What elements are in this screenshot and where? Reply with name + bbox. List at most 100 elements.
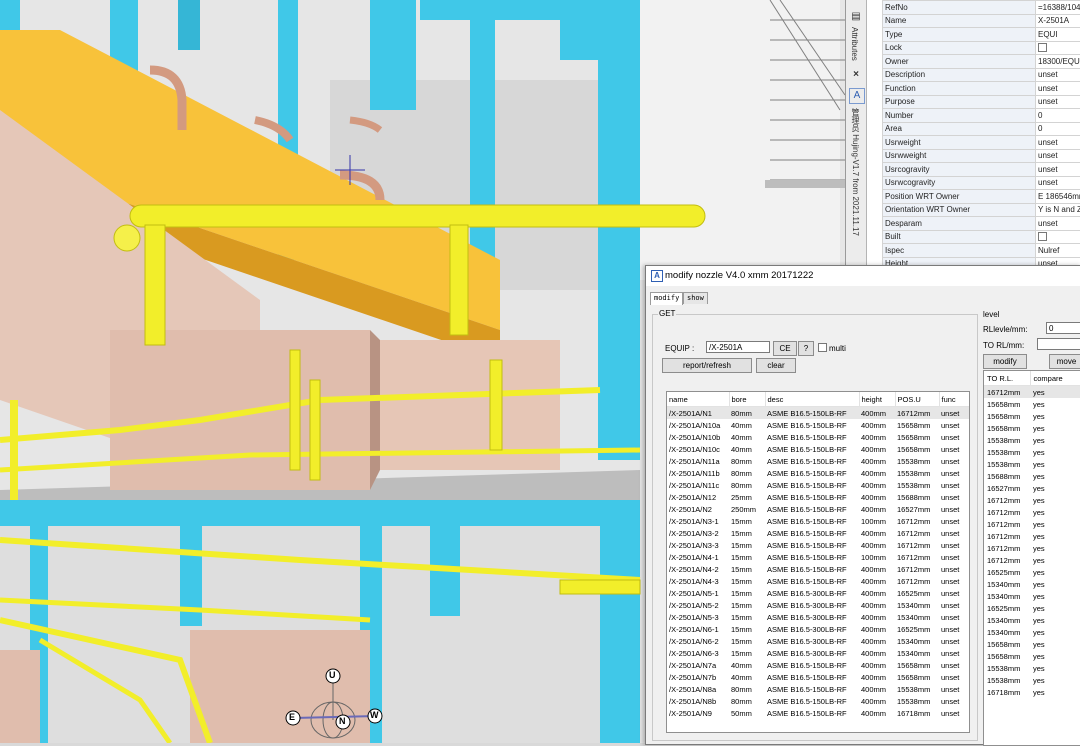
compass-east-label[interactable]: E bbox=[289, 712, 295, 722]
column-header-height[interactable]: height bbox=[859, 392, 895, 407]
modify-button[interactable]: modify bbox=[983, 354, 1027, 369]
list-item[interactable]: 16712mmyes bbox=[984, 530, 1080, 542]
attribute-row[interactable]: RefNo=16388/1044 bbox=[883, 1, 1080, 15]
table-row[interactable]: /X-2501A/N11b80mmASME B16.5-150LB-RF400m… bbox=[667, 467, 969, 479]
table-row[interactable]: /X-2501A/N2250mmASME B16.5-150LB-RF400mm… bbox=[667, 503, 969, 515]
list-item[interactable]: 15340mmyes bbox=[984, 626, 1080, 638]
list-item[interactable]: 15658mmyes bbox=[984, 422, 1080, 434]
attribute-value[interactable]: unset bbox=[1036, 82, 1080, 96]
list-item[interactable]: 15538mmyes bbox=[984, 674, 1080, 686]
attribute-value[interactable]: unset bbox=[1036, 95, 1080, 109]
attribute-value[interactable]: unset bbox=[1036, 176, 1080, 190]
help-button[interactable]: ? bbox=[798, 341, 814, 356]
ce-button[interactable]: CE bbox=[773, 341, 797, 356]
list-item[interactable]: 16525mmyes bbox=[984, 566, 1080, 578]
table-row[interactable]: /X-2501A/N6-315mmASME B16.5-300LB-RF400m… bbox=[667, 647, 969, 659]
list-item[interactable]: 15658mmyes bbox=[984, 650, 1080, 662]
column-header-desc[interactable]: desc bbox=[765, 392, 859, 407]
table-row[interactable]: /X-2501A/N5-315mmASME B16.5-300LB-RF400m… bbox=[667, 611, 969, 623]
attribute-row[interactable]: Position WRT OwnerE 186546mm bbox=[883, 190, 1080, 204]
attribute-row[interactable]: NameX-2501A bbox=[883, 14, 1080, 28]
attribute-row[interactable]: IspecNulref bbox=[883, 244, 1080, 258]
attributes-side-tab[interactable]: Attributes bbox=[850, 27, 859, 61]
list-item[interactable]: 15340mmyes bbox=[984, 578, 1080, 590]
level-list[interactable]: TO R.L.compare 16712mmyes15658mmyes15658… bbox=[983, 370, 1080, 746]
attribute-row[interactable]: Desparamunset bbox=[883, 217, 1080, 231]
attributes-panel-icon[interactable]: ▤ bbox=[849, 10, 863, 24]
table-row[interactable]: /X-2501A/N180mmASME B16.5-150LB-RF400mm1… bbox=[667, 407, 969, 420]
list-item[interactable]: 15658mmyes bbox=[984, 638, 1080, 650]
attribute-value[interactable]: 0 bbox=[1036, 109, 1080, 123]
table-row[interactable]: /X-2501A/N3-215mmASME B16.5-150LB-RF400m… bbox=[667, 527, 969, 539]
to-rl-input[interactable] bbox=[1037, 338, 1080, 350]
attribute-value[interactable]: EQUI bbox=[1036, 28, 1080, 42]
list-item[interactable]: 15340mmyes bbox=[984, 614, 1080, 626]
report-refresh-button[interactable]: report/refresh bbox=[662, 358, 752, 373]
attribute-row[interactable]: Purposeunset bbox=[883, 95, 1080, 109]
table-row[interactable]: /X-2501A/N10a40mmASME B16.5-150LB-RF400m… bbox=[667, 419, 969, 431]
attribute-row[interactable]: Number0 bbox=[883, 109, 1080, 123]
list-item[interactable]: 15538mmyes bbox=[984, 662, 1080, 674]
level-column-header[interactable]: compare bbox=[1030, 371, 1080, 386]
list-item[interactable]: 16718mmyes bbox=[984, 686, 1080, 698]
table-row[interactable]: /X-2501A/N6-215mmASME B16.5-300LB-RF400m… bbox=[667, 635, 969, 647]
close-icon[interactable]: × bbox=[849, 68, 863, 82]
table-row[interactable]: /X-2501A/N8a80mmASME B16.5-150LB-RF400mm… bbox=[667, 683, 969, 695]
column-header-name[interactable]: name bbox=[667, 392, 729, 407]
attribute-value[interactable]: E 186546mm bbox=[1036, 190, 1080, 204]
list-item[interactable]: 16712mmyes bbox=[984, 494, 1080, 506]
compass-up-label[interactable]: U bbox=[329, 670, 336, 680]
table-row[interactable]: /X-2501A/N11c80mmASME B16.5-150LB-RF400m… bbox=[667, 479, 969, 491]
attribute-row[interactable]: Built bbox=[883, 230, 1080, 244]
table-row[interactable]: /X-2501A/N7a40mmASME B16.5-150LB-RF400mm… bbox=[667, 659, 969, 671]
table-row[interactable]: /X-2501A/N10b40mmASME B16.5-150LB-RF400m… bbox=[667, 431, 969, 443]
rl-level-input[interactable]: 0 bbox=[1046, 322, 1080, 334]
table-row[interactable]: /X-2501A/N4-215mmASME B16.5-150LB-RF400m… bbox=[667, 563, 969, 575]
attribute-checkbox[interactable] bbox=[1036, 41, 1080, 55]
attribute-row[interactable]: TypeEQUI bbox=[883, 28, 1080, 42]
table-row[interactable]: /X-2501A/N8b80mmASME B16.5-150LB-RF400mm… bbox=[667, 695, 969, 707]
list-item[interactable]: 15688mmyes bbox=[984, 470, 1080, 482]
attribute-checkbox[interactable] bbox=[1036, 230, 1080, 244]
list-item[interactable]: 15538mmyes bbox=[984, 458, 1080, 470]
attribute-row[interactable]: Functionunset bbox=[883, 82, 1080, 96]
attribute-value[interactable]: unset bbox=[1036, 217, 1080, 231]
nozzle-list[interactable]: nameboredescheightPOS.Ufunc /X-2501A/N18… bbox=[666, 391, 970, 733]
checkbox-icon[interactable] bbox=[1038, 232, 1047, 241]
attribute-row[interactable]: Lock bbox=[883, 41, 1080, 55]
equip-input[interactable]: /X-2501A bbox=[706, 341, 770, 353]
table-row[interactable]: /X-2501A/N950mmASME B16.5-150LB-RF400mm1… bbox=[667, 707, 969, 719]
multi-checkbox[interactable] bbox=[818, 343, 827, 352]
table-row[interactable]: /X-2501A/N5-115mmASME B16.5-300LB-RF400m… bbox=[667, 587, 969, 599]
attribute-row[interactable]: Usrweightunset bbox=[883, 136, 1080, 150]
attribute-value[interactable]: unset bbox=[1036, 136, 1080, 150]
table-row[interactable]: /X-2501A/N4-315mmASME B16.5-150LB-RF400m… bbox=[667, 575, 969, 587]
table-row[interactable]: /X-2501A/N1225mmASME B16.5-150LB-RF400mm… bbox=[667, 491, 969, 503]
column-header-bore[interactable]: bore bbox=[729, 392, 765, 407]
table-row[interactable]: /X-2501A/N10c40mmASME B16.5-150LB-RF400m… bbox=[667, 443, 969, 455]
column-header-pos-u[interactable]: POS.U bbox=[895, 392, 939, 407]
attribute-value[interactable]: =16388/1044 bbox=[1036, 1, 1080, 15]
level-column-header[interactable]: TO R.L. bbox=[984, 371, 1030, 386]
tab-show[interactable]: show bbox=[683, 292, 708, 304]
list-item[interactable]: 16712mmyes bbox=[984, 506, 1080, 518]
compass-north-label[interactable]: N bbox=[339, 716, 346, 726]
table-row[interactable]: /X-2501A/N5-215mmASME B16.5-300LB-RF400m… bbox=[667, 599, 969, 611]
list-item[interactable]: 16525mmyes bbox=[984, 602, 1080, 614]
list-item[interactable]: 16712mmyes bbox=[984, 386, 1080, 399]
attribute-value[interactable]: unset bbox=[1036, 68, 1080, 82]
attribute-row[interactable]: Area0 bbox=[883, 122, 1080, 136]
list-item[interactable]: 16712mmyes bbox=[984, 518, 1080, 530]
list-item[interactable]: 15538mmyes bbox=[984, 446, 1080, 458]
attribute-value[interactable]: Y is N and Z bbox=[1036, 203, 1080, 217]
attribute-value[interactable]: X-2501A bbox=[1036, 14, 1080, 28]
attribute-row[interactable]: Owner18300/EQUIP bbox=[883, 55, 1080, 69]
tab-modify[interactable]: modify bbox=[650, 292, 683, 305]
list-item[interactable]: 15538mmyes bbox=[984, 434, 1080, 446]
attribute-row[interactable]: Usrwcogravityunset bbox=[883, 176, 1080, 190]
table-row[interactable]: /X-2501A/N6-115mmASME B16.5-300LB-RF400m… bbox=[667, 623, 969, 635]
table-row[interactable]: /X-2501A/N11a80mmASME B16.5-150LB-RF400m… bbox=[667, 455, 969, 467]
attribute-value[interactable]: unset bbox=[1036, 149, 1080, 163]
checkbox-icon[interactable] bbox=[1038, 43, 1047, 52]
attribute-value[interactable]: 0 bbox=[1036, 122, 1080, 136]
